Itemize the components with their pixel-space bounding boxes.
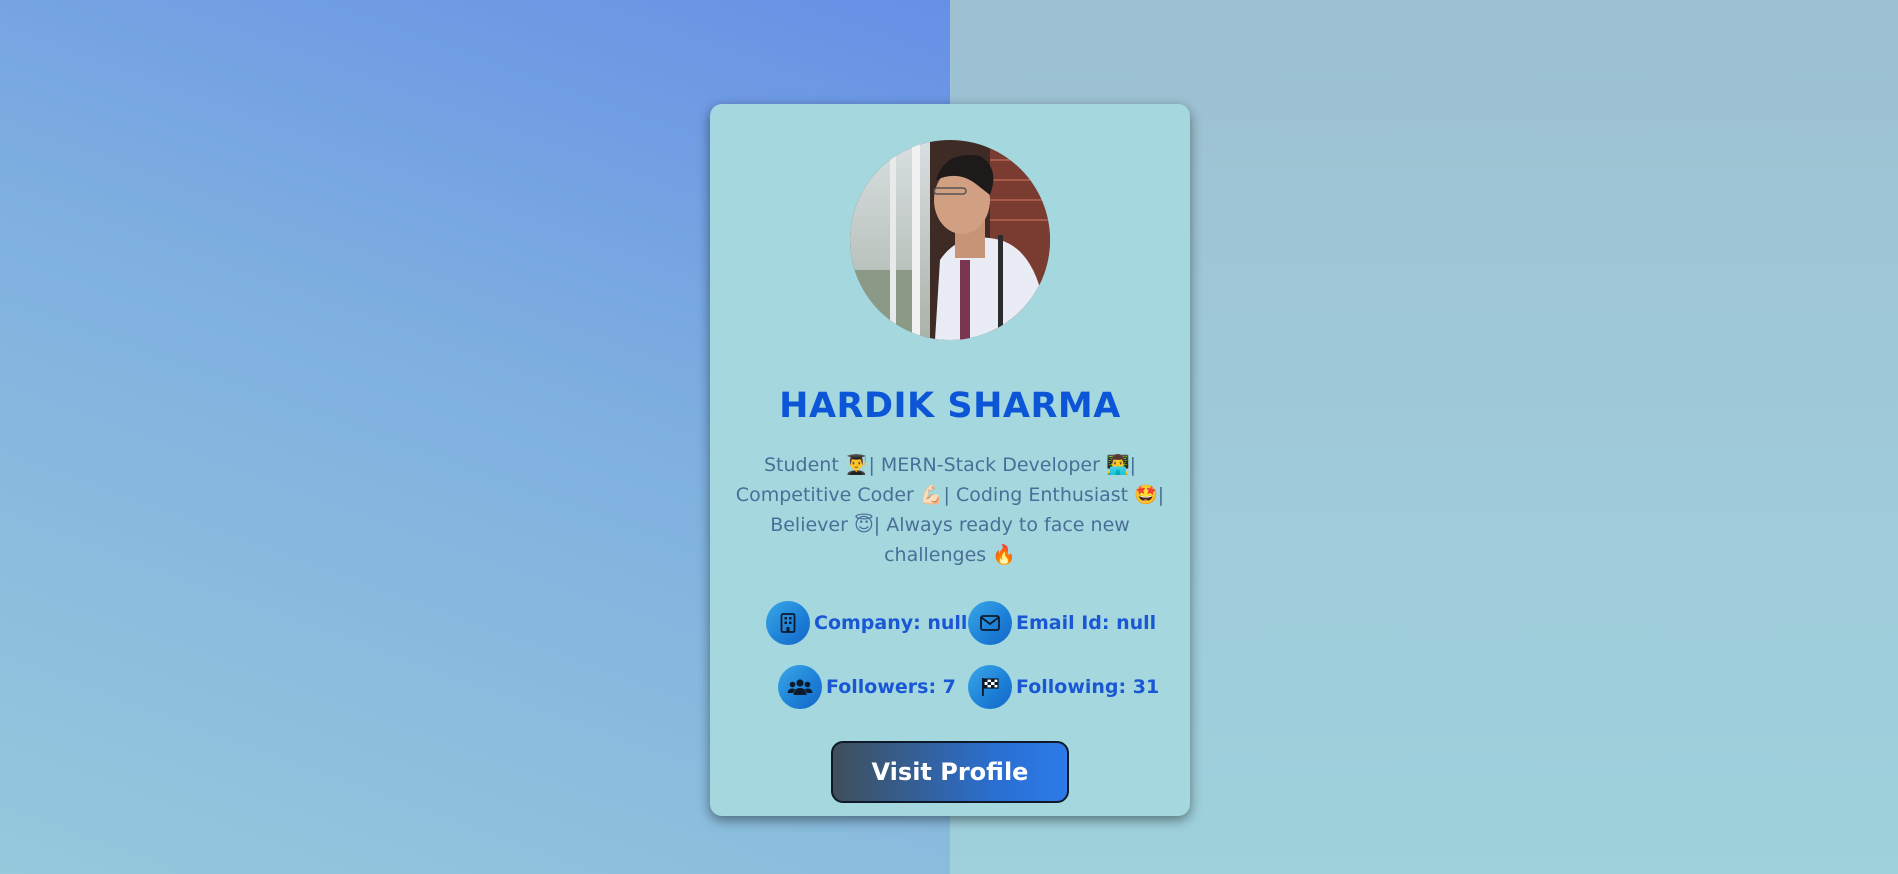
- email-stat: Email Id: null: [968, 601, 1156, 645]
- profile-card: HARDIK SHARMA Student 👨‍🎓| MERN-Stack De…: [710, 104, 1190, 816]
- users-icon: [778, 665, 822, 709]
- profile-name: HARDIK SHARMA: [779, 386, 1121, 426]
- following-stat: Following: 31: [968, 665, 1159, 709]
- avatar-photo: [850, 140, 1050, 340]
- email-label: Email Id: null: [1016, 612, 1157, 634]
- envelope-icon: [968, 601, 1012, 645]
- checkered-flag-icon: [968, 665, 1012, 709]
- profile-bio: Student 👨‍🎓| MERN-Stack Developer 👨‍💻| C…: [735, 454, 1165, 566]
- followers-stat: Followers: 7: [778, 665, 956, 709]
- page: HARDIK SHARMA Student 👨‍🎓| MERN-Stack De…: [0, 0, 1898, 874]
- followers-label: Followers: 7: [826, 676, 956, 698]
- building-icon: [766, 601, 810, 645]
- company-label: Company: null: [814, 612, 968, 634]
- avatar: [850, 140, 1050, 340]
- visit-profile-button[interactable]: Visit Profile: [831, 741, 1069, 803]
- company-stat: Company: null: [766, 601, 967, 645]
- following-label: Following: 31: [1016, 676, 1160, 698]
